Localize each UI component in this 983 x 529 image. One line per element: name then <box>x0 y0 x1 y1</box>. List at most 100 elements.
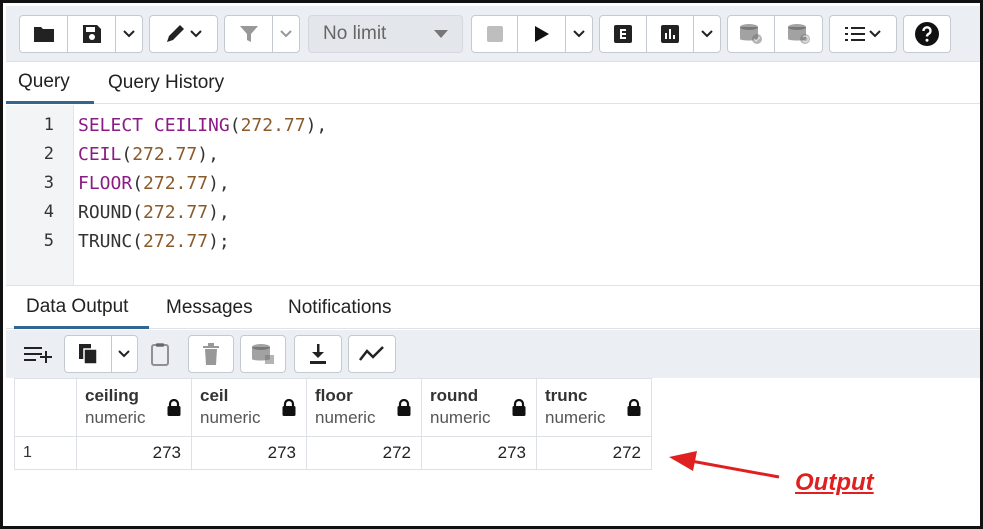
sql-token: TRUNC( <box>78 231 144 252</box>
grid-cell-ceil[interactable]: 273 <box>191 436 307 470</box>
add-row-button[interactable] <box>14 335 62 373</box>
download-button[interactable] <box>295 336 341 372</box>
clipboard-icon <box>151 343 169 366</box>
sql-number: 272.77 <box>132 144 198 165</box>
result-toolbar <box>6 330 980 378</box>
filter-button[interactable] <box>225 16 273 52</box>
column-header-floor[interactable]: floor numeric <box>306 378 422 437</box>
folder-icon <box>33 27 54 42</box>
chevron-down-icon <box>118 350 131 358</box>
line-number: 5 <box>43 231 54 251</box>
lock-icon <box>167 399 181 416</box>
transaction-button-group <box>727 15 823 53</box>
table-row: 1 273 273 272 273 272 <box>14 436 652 470</box>
stop-button[interactable] <box>472 16 518 52</box>
column-header-ceiling[interactable]: ceiling numeric <box>76 378 192 437</box>
annotation-arrow <box>669 451 780 479</box>
paste-button[interactable] <box>140 335 180 373</box>
rollback-button[interactable] <box>775 16 822 52</box>
commit-button[interactable] <box>728 16 776 52</box>
macros-icon <box>845 27 881 41</box>
column-header-trunc[interactable]: trunc numeric <box>536 378 652 437</box>
code-line: TRUNC(272.77); <box>78 231 230 252</box>
explain-icon <box>614 25 633 43</box>
code-line: SELECT CEILING(272.77), <box>78 115 327 136</box>
column-header-round[interactable]: round numeric <box>421 378 537 437</box>
copy-button[interactable] <box>65 336 112 372</box>
filter-button-group <box>224 15 300 53</box>
line-number: 1 <box>43 115 54 135</box>
save-file-button[interactable] <box>68 16 116 52</box>
help-button[interactable] <box>904 16 950 52</box>
code-line: ROUND(272.77), <box>78 202 230 223</box>
tab-data-output[interactable]: Data Output <box>14 287 149 329</box>
sql-number: 272.77 <box>143 231 209 252</box>
sql-editor[interactable]: 1 SELECT CEILING(272.77), 2 CEIL(272.77), 3 F… <box>6 105 980 286</box>
grid-header-row: ceiling numeric ceil numeric floor numeric rou… <box>14 378 652 437</box>
chevron-down-icon <box>280 30 292 38</box>
edit-button[interactable] <box>150 16 217 52</box>
filter-icon <box>239 26 258 42</box>
line-chart-icon <box>359 346 384 361</box>
output-tabs: Data Output Messages Notifications <box>6 287 980 329</box>
add-row-icon <box>24 347 52 363</box>
graph-visualiser-button[interactable] <box>349 336 395 372</box>
explain-button[interactable] <box>600 16 648 52</box>
save-dropdown-button[interactable] <box>116 16 142 52</box>
copy-icon <box>78 344 98 365</box>
column-header-ceil[interactable]: ceil numeric <box>191 378 307 437</box>
rollback-icon <box>787 24 810 44</box>
graph-button-group <box>348 335 396 373</box>
save-data-button-group <box>240 335 286 373</box>
macros-button[interactable] <box>830 16 896 52</box>
sql-keyword: SELECT CEILING <box>78 115 230 136</box>
lock-icon <box>397 399 411 416</box>
tab-data-output-label: Data Output <box>26 295 129 317</box>
execute-button-group <box>471 15 593 53</box>
add-row-button-group <box>14 335 62 373</box>
editor-tabs: Query Query History <box>6 62 980 104</box>
save-data-button[interactable] <box>241 336 285 372</box>
copy-dropdown-button[interactable] <box>112 336 137 372</box>
help-icon <box>915 22 939 46</box>
execute-dropdown-button[interactable] <box>566 16 592 52</box>
grid-corner-cell[interactable] <box>14 378 77 437</box>
edit-icon <box>166 25 202 42</box>
tab-query[interactable]: Query <box>6 62 94 104</box>
grid-cell-round[interactable]: 273 <box>421 436 537 470</box>
open-file-button[interactable] <box>20 16 68 52</box>
grid-cell-trunc[interactable]: 272 <box>536 436 652 470</box>
tab-notifications-label: Notifications <box>288 297 392 318</box>
macros-button-group <box>829 15 897 53</box>
sql-number: 272.77 <box>143 202 209 223</box>
row-number[interactable]: 1 <box>14 436 77 470</box>
explain-analyze-button[interactable] <box>647 16 695 52</box>
caret-down-icon <box>434 30 448 38</box>
commit-icon <box>740 24 762 44</box>
grid-cell-floor[interactable]: 272 <box>306 436 422 470</box>
row-limit-select[interactable]: No limit <box>308 15 463 53</box>
execute-button[interactable] <box>518 16 566 52</box>
tab-query-history[interactable]: Query History <box>96 62 236 104</box>
tab-messages[interactable]: Messages <box>154 287 265 329</box>
window-frame: No limit Query Query History 1 SELECT CE… <box>0 0 983 529</box>
chevron-down-icon <box>573 30 585 38</box>
filter-dropdown-button[interactable] <box>273 16 299 52</box>
explain-dropdown-button[interactable] <box>694 16 720 52</box>
paste-button-group <box>140 335 180 373</box>
chevron-down-icon <box>123 30 135 38</box>
copy-button-group <box>64 335 138 373</box>
tab-query-history-label: Query History <box>108 72 225 93</box>
chevron-down-icon <box>701 30 713 38</box>
sql-keyword: CEIL <box>78 144 122 165</box>
stop-icon <box>486 26 503 42</box>
explain-button-group <box>599 15 721 53</box>
help-button-group <box>903 15 951 53</box>
line-number: 3 <box>43 173 54 193</box>
delete-row-button[interactable] <box>189 336 233 372</box>
delete-button-group <box>188 335 234 373</box>
code-line: CEIL(272.77), <box>78 144 219 165</box>
sql-number: 272.77 <box>240 115 306 136</box>
grid-cell-ceiling[interactable]: 273 <box>76 436 192 470</box>
tab-notifications[interactable]: Notifications <box>276 287 404 329</box>
